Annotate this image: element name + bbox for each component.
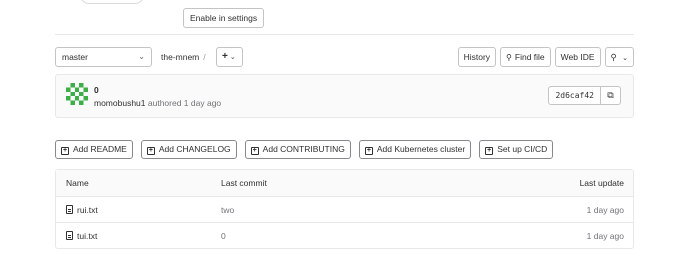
copy-icon[interactable]: ⧉ [601, 86, 621, 105]
find-file-label: Find file [514, 52, 545, 62]
history-button[interactable]: History [457, 47, 497, 67]
branch-name: master [62, 52, 88, 62]
header-name: Name [66, 178, 89, 188]
file-name: rui.txt [77, 205, 98, 215]
clone-dropdown[interactable]: ⚲ ⌄ [604, 47, 634, 67]
identicon-avatar [66, 83, 88, 105]
top-pill-button[interactable] [80, 0, 144, 4]
header-last-update: Last update [579, 178, 624, 188]
add-contributing-button[interactable]: + Add CONTRIBUTING [244, 140, 351, 159]
file-commit[interactable]: 0 [221, 223, 226, 249]
file-icon [66, 205, 73, 214]
last-commit-panel: 0 momobushu1 authored 1 day ago 2d6caf42… [55, 74, 634, 118]
find-file-button[interactable]: ⚲ Find file [500, 47, 551, 67]
file-icon [66, 231, 73, 240]
table-row: rui.txt two 1 day ago [56, 196, 633, 222]
setup-cicd-label: Set up CI/CD [497, 144, 548, 154]
chevron-down-icon: ⌄ [229, 54, 236, 61]
add-contributing-label: Add CONTRIBUTING [262, 144, 345, 154]
file-table: Name Last commit Last update rui.txt two… [55, 169, 634, 249]
commit-title[interactable]: 0 [94, 85, 99, 95]
add-changelog-label: Add CHANGELOG [158, 144, 231, 154]
header-last-commit: Last commit [221, 178, 267, 188]
web-ide-button[interactable]: Web IDE [554, 47, 601, 67]
plus-icon: + [222, 51, 228, 62]
breadcrumb: the-mnem / [161, 47, 210, 67]
plus-square-icon: + [250, 147, 259, 155]
add-kubernetes-label: Add Kubernetes cluster [376, 144, 466, 154]
commit-author[interactable]: momobushu1 [94, 98, 146, 108]
file-update: 1 day ago [586, 205, 624, 215]
file-link[interactable]: rui.txt [66, 197, 98, 223]
search-icon: ⚲ [506, 53, 512, 62]
plus-square-icon: + [364, 147, 373, 155]
plus-square-icon: + [146, 147, 155, 155]
divider [55, 34, 634, 35]
toolbar-actions: History ⚲ Find file Web IDE ⚲ ⌄ [457, 47, 634, 67]
file-name: tui.txt [77, 231, 98, 241]
branch-selector[interactable]: master ⌄ [55, 47, 152, 67]
enable-in-settings-button[interactable]: Enable in settings [183, 8, 265, 28]
table-row: tui.txt 0 1 day ago [56, 222, 633, 248]
table-header: Name Last commit Last update [56, 170, 633, 196]
plus-square-icon: + [485, 147, 494, 155]
chevron-down-icon: ⌄ [138, 52, 145, 61]
breadcrumb-separator: / [203, 52, 206, 62]
setup-cicd-button[interactable]: + Set up CI/CD [479, 140, 554, 159]
commit-authored-time: authored 1 day ago [147, 98, 222, 108]
commit-sha-button[interactable]: 2d6caf42 [548, 86, 601, 105]
plus-square-icon: + [61, 147, 69, 155]
chevron-down-icon: ⌄ [622, 55, 628, 62]
fork-icon: ⚲ [610, 52, 617, 62]
add-readme-button[interactable]: + Add README [55, 140, 133, 159]
breadcrumb-project[interactable]: the-mnem [161, 52, 199, 62]
file-update: 1 day ago [586, 231, 624, 241]
file-link[interactable]: tui.txt [66, 223, 97, 249]
add-changelog-button[interactable]: + Add CHANGELOG [140, 140, 237, 159]
commit-sha-group: 2d6caf42 ⧉ [548, 86, 621, 105]
add-to-tree-dropdown[interactable]: + ⌄ [216, 47, 243, 67]
repo-toolbar: master ⌄ the-mnem / + ⌄ History ⚲ Find file… [55, 47, 634, 67]
file-commit[interactable]: two [221, 197, 234, 223]
commit-meta: momobushu1 authored 1 day ago [94, 98, 221, 108]
add-kubernetes-button[interactable]: + Add Kubernetes cluster [358, 140, 472, 159]
project-actions: + Add README + Add CHANGELOG + Add CONTRIBU… [55, 140, 554, 159]
add-readme-label: Add README [73, 144, 127, 154]
